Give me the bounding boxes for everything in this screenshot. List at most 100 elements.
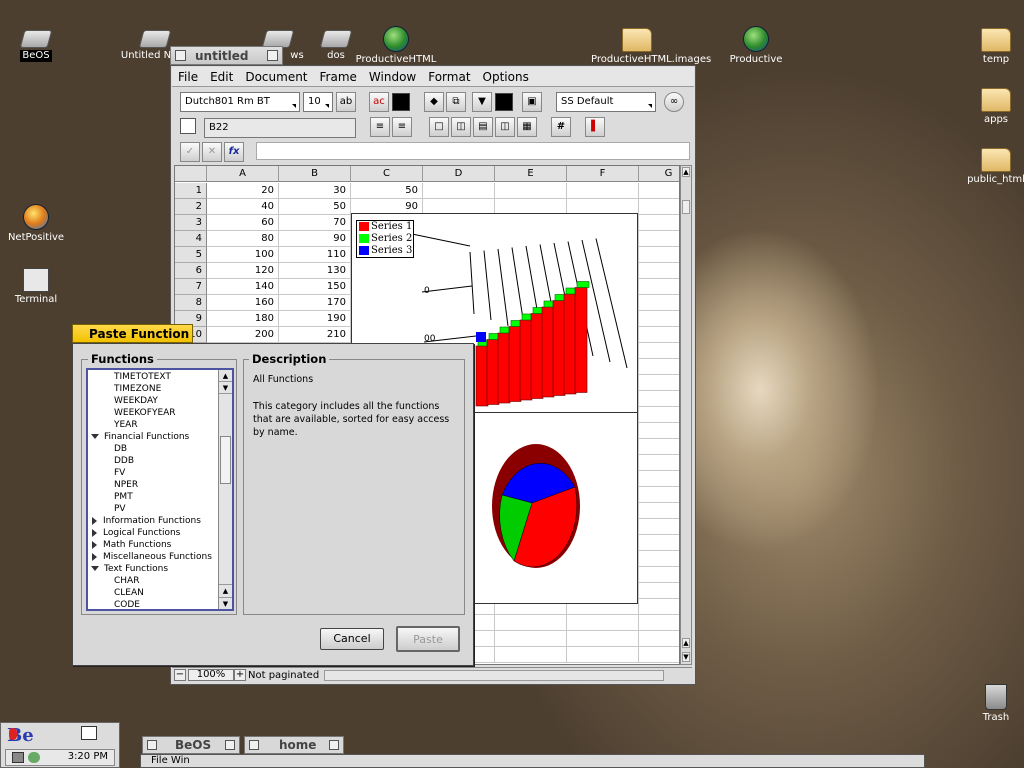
function-item[interactable]: YEAR xyxy=(88,419,232,431)
cell[interactable] xyxy=(639,439,679,455)
function-category[interactable]: Miscellaneous Functions xyxy=(88,551,232,563)
cell[interactable] xyxy=(567,631,639,647)
accept-icon[interactable]: ✓ xyxy=(180,142,200,162)
cell-b[interactable]: 170 xyxy=(279,295,351,311)
border-top-icon[interactable]: ▤ xyxy=(473,117,493,137)
function-category[interactable]: Text Functions xyxy=(88,563,232,575)
function-item[interactable]: DDB xyxy=(88,455,232,467)
cell[interactable] xyxy=(423,183,495,199)
dialog-tab[interactable]: Paste Function xyxy=(72,324,193,343)
row-header[interactable]: 6 xyxy=(175,263,207,279)
disclosure-closed-icon[interactable] xyxy=(92,552,97,561)
border-outline-icon[interactable]: □ xyxy=(429,117,449,137)
text-color-icon[interactable]: ac xyxy=(369,92,389,112)
menu-edit[interactable]: Edit xyxy=(204,70,239,84)
scroll-down-icon[interactable]: ▼ xyxy=(682,652,690,662)
row-header[interactable]: 3 xyxy=(175,215,207,231)
cancel-button[interactable]: Cancel xyxy=(320,628,384,650)
border-right-icon[interactable]: ◫ xyxy=(495,117,515,137)
cell[interactable] xyxy=(639,519,679,535)
desktop-icon-productivehtml-images[interactable]: ProductiveHTML.images xyxy=(589,22,711,66)
scroll-down-icon[interactable]: ▼ xyxy=(219,382,232,394)
row-header[interactable]: 1 xyxy=(175,183,207,199)
cell-b[interactable]: 110 xyxy=(279,247,351,263)
desktop-icon-public-html[interactable]: public_html xyxy=(948,142,1024,186)
cell[interactable] xyxy=(639,247,679,263)
cell-a[interactable]: 40 xyxy=(207,199,279,215)
cell-b[interactable]: 50 xyxy=(279,199,351,215)
function-item[interactable]: WEEKOFYEAR xyxy=(88,407,232,419)
column-header[interactable]: E xyxy=(495,166,567,182)
cell-a[interactable]: 20 xyxy=(207,183,279,199)
border-left-icon[interactable]: ◫ xyxy=(451,117,471,137)
cell[interactable] xyxy=(639,311,679,327)
cell-a[interactable]: 180 xyxy=(207,311,279,327)
fill-icon[interactable]: ◆ xyxy=(424,92,444,112)
cell-a[interactable]: 80 xyxy=(207,231,279,247)
cell[interactable] xyxy=(495,647,567,663)
zoom-in-icon[interactable]: + xyxy=(234,669,246,681)
scroll-down-icon[interactable]: ▼ xyxy=(219,597,232,609)
cell[interactable] xyxy=(639,583,679,599)
column-header[interactable]: B xyxy=(279,166,351,182)
cell[interactable] xyxy=(639,279,679,295)
disclosure-open-icon[interactable] xyxy=(91,434,99,439)
function-item[interactable]: PV xyxy=(88,503,232,515)
functions-list[interactable]: TIMETOTEXT TIMEZONE WEEKDAY WEEKOFYEAR YEAR F… xyxy=(86,368,234,611)
cell-a[interactable]: 140 xyxy=(207,279,279,295)
row-header[interactable]: 2 xyxy=(175,199,207,215)
function-category[interactable]: Financial Functions xyxy=(88,431,232,443)
cell[interactable] xyxy=(639,535,679,551)
cell[interactable] xyxy=(639,263,679,279)
cell[interactable] xyxy=(495,183,567,199)
cell[interactable] xyxy=(495,631,567,647)
scroll-up-icon[interactable]: ▲ xyxy=(682,167,690,177)
function-item[interactable]: CLEAN xyxy=(88,587,232,599)
cell[interactable] xyxy=(639,199,679,215)
function-item[interactable]: FV xyxy=(88,467,232,479)
function-category[interactable]: Math Functions xyxy=(88,539,232,551)
zoom-box-icon[interactable] xyxy=(267,50,278,61)
arrange-icon[interactable]: ⧉ xyxy=(446,92,466,112)
cell[interactable] xyxy=(639,647,679,663)
column-header[interactable]: A xyxy=(207,166,279,182)
menu-document[interactable]: Document xyxy=(239,70,313,84)
cell[interactable] xyxy=(567,183,639,199)
text-color-swatch[interactable] xyxy=(392,93,410,111)
menu-window[interactable]: Window xyxy=(363,70,422,84)
disclosure-closed-icon[interactable] xyxy=(92,540,97,549)
row-header[interactable]: 8 xyxy=(175,295,207,311)
vertical-scrollbar[interactable]: ▲ ▲ ▼ xyxy=(680,165,692,665)
menu-file[interactable]: File xyxy=(172,70,204,84)
cell[interactable] xyxy=(639,551,679,567)
scroll-thumb[interactable] xyxy=(682,200,690,214)
cell[interactable] xyxy=(495,615,567,631)
cell-a[interactable]: 200 xyxy=(207,327,279,343)
cell[interactable] xyxy=(567,615,639,631)
desktop-icon-trash[interactable]: Trash xyxy=(948,680,1024,724)
cell[interactable] xyxy=(639,487,679,503)
task-beos[interactable]: BeOS xyxy=(142,736,240,754)
cell[interactable] xyxy=(639,503,679,519)
cell[interactable] xyxy=(639,295,679,311)
function-category[interactable]: Information Functions xyxy=(88,515,232,527)
cell-b[interactable]: 130 xyxy=(279,263,351,279)
cell-b[interactable]: 150 xyxy=(279,279,351,295)
cell[interactable] xyxy=(639,615,679,631)
disclosure-closed-icon[interactable] xyxy=(92,516,97,525)
zoom-select[interactable]: 100% xyxy=(188,669,234,681)
column-header[interactable]: C xyxy=(351,166,423,182)
scroll-up-icon[interactable]: ▲ xyxy=(682,638,690,648)
cell[interactable] xyxy=(639,471,679,487)
cell-a[interactable]: 100 xyxy=(207,247,279,263)
column-header[interactable]: F xyxy=(567,166,639,182)
menu-options[interactable]: Options xyxy=(477,70,535,84)
disclosure-closed-icon[interactable] xyxy=(92,528,97,537)
scroll-up-icon[interactable]: ▲ xyxy=(219,370,232,382)
cell-b[interactable]: 190 xyxy=(279,311,351,327)
cell[interactable] xyxy=(639,375,679,391)
desktop-icon-apps[interactable]: apps xyxy=(948,82,1024,126)
desktop-icon-terminal[interactable]: Terminal xyxy=(0,262,84,306)
function-category[interactable]: Logical Functions xyxy=(88,527,232,539)
function-item[interactable]: PMT xyxy=(88,491,232,503)
